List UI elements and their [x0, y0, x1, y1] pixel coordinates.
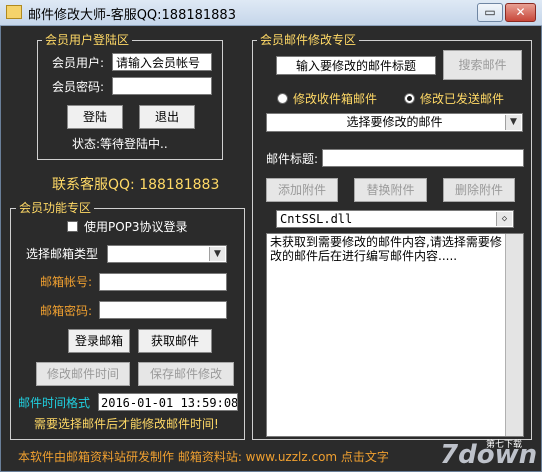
radio-sent-label: 修改已发送邮件: [420, 92, 505, 106]
content-text: 未获取到需要修改的邮件内容,请选择需要修改的邮件后在进行编写邮件内容.....: [270, 235, 502, 263]
watermark-sub: 第七下载: [486, 440, 523, 450]
mailbox-type-select[interactable]: ▼: [107, 245, 227, 263]
radio-inbox[interactable]: [277, 93, 288, 104]
footer-text[interactable]: 本软件由邮箱资料站研发制作 邮箱资料站: www.uzzlz.com 点击文字: [18, 449, 389, 465]
login-status: 状态:等待登陆中..: [72, 137, 168, 151]
select-mail-label: 选择要修改的邮件: [346, 115, 443, 129]
textarea-scrollbar[interactable]: [505, 234, 523, 436]
function-group-title: 会员功能专区: [16, 201, 95, 215]
search-mail-button[interactable]: 搜索邮件: [443, 50, 522, 80]
user-input[interactable]: 请输入会员帐号: [112, 53, 212, 71]
contact-qq: 联系客服QQ: 188181883: [52, 177, 220, 193]
scroll-icon: ◇: [496, 212, 512, 226]
window-title: 邮件修改大师-客服QQ:188181883: [28, 8, 236, 23]
attachment-item: CntSSL.dll: [280, 212, 353, 226]
time-hint: 需要选择邮件后才能修改邮件时间!: [34, 417, 219, 431]
save-modify-button[interactable]: 保存邮件修改: [138, 362, 234, 386]
time-input[interactable]: 2016-01-01 13:59:08: [98, 393, 238, 411]
subject-label: 邮件标题:: [266, 152, 319, 166]
chevron-down-icon: ▼: [209, 247, 225, 261]
radio-inbox-label: 修改收件箱邮件: [293, 92, 378, 106]
subject-input[interactable]: [322, 149, 524, 167]
minimize-button[interactable]: ▭: [477, 3, 503, 22]
radio-sent[interactable]: [404, 93, 415, 104]
user-label: 会员用户:: [52, 56, 105, 70]
mail-password-input[interactable]: [99, 301, 227, 319]
modify-group-title: 会员邮件修改专区: [257, 33, 360, 47]
replace-attachment-button[interactable]: 替换附件: [354, 178, 427, 202]
attachment-list[interactable]: CntSSL.dll ◇: [276, 210, 514, 228]
account-input[interactable]: [99, 273, 227, 291]
time-format-label: 邮件时间格式: [18, 396, 91, 410]
password-label: 会员密码:: [52, 80, 105, 94]
account-label: 邮箱帐号:: [40, 275, 93, 289]
mailbox-type-label: 选择邮箱类型: [26, 247, 99, 261]
mail-icon: [6, 5, 22, 19]
select-mail-dropdown[interactable]: 选择要修改的邮件 ▼: [266, 113, 523, 132]
password-input[interactable]: [112, 77, 212, 95]
add-attachment-button[interactable]: 添加附件: [266, 178, 338, 202]
delete-attachment-button[interactable]: 删除附件: [443, 178, 515, 202]
subject-search-input[interactable]: 输入要修改的邮件标题: [276, 56, 436, 75]
chevron-down-icon: ▼: [505, 115, 521, 130]
login-mailbox-button[interactable]: 登录邮箱: [68, 329, 130, 353]
fetch-mail-button[interactable]: 获取邮件: [138, 329, 212, 353]
close-button[interactable]: ✕: [505, 3, 536, 22]
login-group-title: 会员用户登陆区: [42, 33, 133, 47]
pop3-checkbox[interactable]: [67, 221, 78, 232]
exit-button[interactable]: 退出: [139, 105, 195, 129]
mail-password-label: 邮箱密码:: [40, 304, 93, 318]
modify-time-button[interactable]: 修改邮件时间: [36, 362, 130, 386]
login-button[interactable]: 登陆: [67, 105, 123, 129]
content-textarea[interactable]: 未获取到需要修改的邮件内容,请选择需要修改的邮件后在进行编写邮件内容.....: [266, 233, 524, 437]
pop3-label: 使用POP3协议登录: [84, 220, 188, 234]
